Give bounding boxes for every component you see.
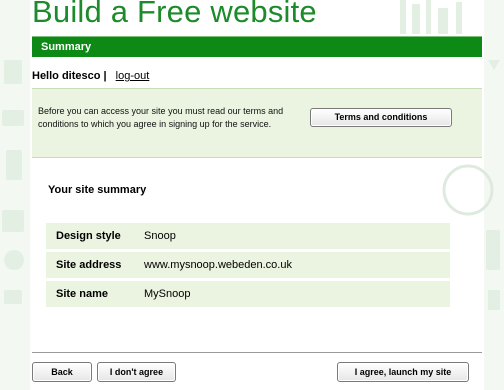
summary-row-label: Site address (56, 259, 122, 271)
summary-row-site-name: Site name MySnoop (46, 281, 450, 307)
summary-row-label: Design style (56, 230, 121, 242)
user-greeting: Hello ditesco | log-out (32, 70, 149, 82)
summary-row-value: Snoop (144, 230, 176, 242)
summary-row-label: Site name (56, 288, 108, 300)
page-title: Build a Free website (32, 0, 317, 29)
summary-row-value: www.mysnoop.webeden.co.uk (144, 259, 292, 271)
terms-and-conditions-button[interactable]: Terms and conditions (310, 108, 452, 127)
section-header-label: Summary (41, 41, 92, 53)
terms-notice: Before you can access your site you must… (38, 106, 284, 129)
summary-row-value: MySnoop (144, 288, 191, 300)
greeting-text: Hello ditesco | (32, 70, 107, 82)
agree-launch-button[interactable]: I agree, launch my site (337, 362, 469, 382)
back-button[interactable]: Back (32, 362, 92, 382)
terms-panel: Before you can access your site you must… (32, 88, 482, 158)
dont-agree-button[interactable]: I don't agree (97, 362, 176, 382)
logout-link[interactable]: log-out (116, 70, 150, 82)
summary-row-site-address: Site address www.mysnoop.webeden.co.uk (46, 252, 450, 278)
section-header-bar: Summary (32, 36, 482, 57)
site-summary-heading: Your site summary (48, 184, 147, 196)
summary-row-design-style: Design style Snoop (46, 223, 450, 249)
footer-divider (32, 352, 482, 353)
